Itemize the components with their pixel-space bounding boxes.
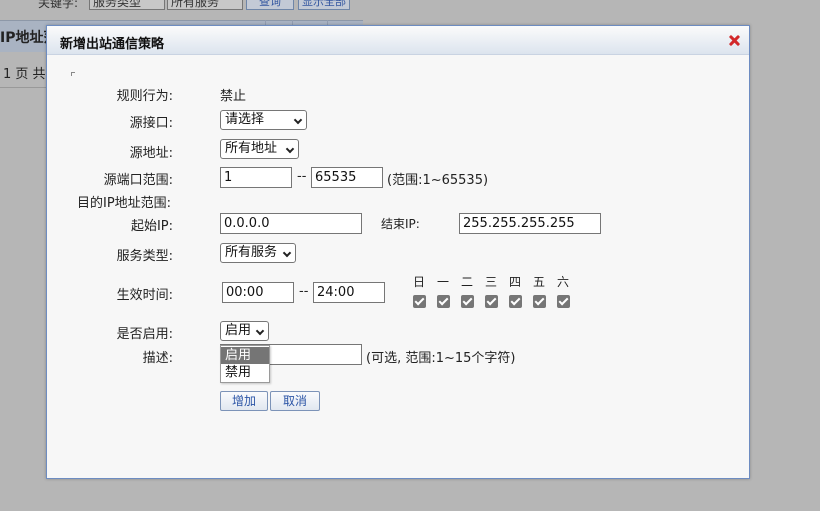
- weekday-label-thu: 四: [508, 275, 521, 289]
- add-button[interactable]: 增加: [220, 391, 268, 411]
- filter-type-select[interactable]: 服务类型: [89, 0, 165, 10]
- weekday-label-wed: 三: [484, 275, 497, 289]
- enabled-selected: 启用: [225, 323, 252, 338]
- enabled-option-disable[interactable]: 禁用: [221, 364, 269, 381]
- src-interface-select[interactable]: 请选择: [220, 110, 307, 130]
- weekday-label-sun: 日: [412, 275, 425, 289]
- background-toolbar: 关键字: 服务类型 所有服务 查询 显示全部: [0, 0, 360, 12]
- rule-action-label: 规则行为:: [116, 89, 173, 104]
- time-start-input[interactable]: 00:00: [222, 282, 294, 303]
- src-port-hint: (范围:1~65535): [387, 173, 489, 188]
- src-address-selected: 所有地址: [225, 141, 278, 156]
- dst-ip-range-label: 目的IP地址范围:: [77, 196, 172, 211]
- cancel-button[interactable]: 取消: [270, 391, 320, 411]
- start-ip-label: 起始IP:: [130, 219, 173, 234]
- pager-text: 1 页 共: [3, 67, 46, 82]
- effective-time-label: 生效时间:: [116, 288, 173, 303]
- dialog-title: 新增出站通信策略: [60, 37, 165, 52]
- filter-value-select[interactable]: 所有服务: [167, 0, 243, 10]
- src-address-select[interactable]: 所有地址: [220, 139, 299, 159]
- service-type-label: 服务类型:: [116, 249, 173, 264]
- chevron-down-icon: [282, 248, 292, 258]
- keyword-label: 关键字:: [38, 0, 79, 10]
- src-port-end-input[interactable]: 65535: [311, 167, 383, 188]
- show-all-button[interactable]: 显示全部: [298, 0, 350, 10]
- weekday-checkbox-fri[interactable]: [533, 295, 546, 308]
- src-address-label: 源地址:: [129, 146, 173, 161]
- weekday-label-tue: 二: [460, 275, 473, 289]
- time-end-input[interactable]: 24:00: [313, 282, 385, 303]
- src-port-start-input[interactable]: 1: [220, 167, 292, 188]
- weekday-label-fri: 五: [532, 275, 545, 289]
- weekday-checkbox-tue[interactable]: [461, 295, 474, 308]
- service-type-selected: 所有服务: [225, 245, 278, 260]
- src-interface-label: 源接口:: [129, 116, 173, 131]
- end-ip-input[interactable]: 255.255.255.255: [459, 213, 601, 234]
- add-outbound-policy-dialog: 新增出站通信策略 规则行为: 禁止 源接口: 请选择 源地址: 所有地址 源端口…: [46, 25, 750, 479]
- service-type-select[interactable]: 所有服务: [220, 243, 296, 263]
- description-label: 描述:: [142, 351, 173, 366]
- chevron-down-icon: [285, 144, 295, 154]
- description-hint: (可选, 范围:1~15个字符): [366, 351, 516, 366]
- weekday-label-sat: 六: [556, 275, 569, 289]
- resize-corner-icon: [71, 72, 75, 76]
- chevron-down-icon: [293, 115, 303, 125]
- query-button[interactable]: 查询: [246, 0, 294, 10]
- weekday-checkbox-wed[interactable]: [485, 295, 498, 308]
- dialog-header: 新增出站通信策略: [47, 26, 749, 55]
- port-separator: --: [297, 169, 307, 184]
- end-ip-label: 结束IP:: [381, 217, 420, 231]
- enabled-label: 是否启用:: [116, 327, 173, 342]
- start-ip-input[interactable]: 0.0.0.0: [220, 213, 362, 234]
- src-port-range-label: 源端口范围:: [103, 173, 173, 188]
- close-icon[interactable]: [728, 34, 741, 47]
- chevron-down-icon: [255, 326, 265, 336]
- rule-action-value: 禁止: [220, 89, 247, 104]
- weekday-checkbox-mon[interactable]: [437, 295, 450, 308]
- src-interface-selected: 请选择: [225, 112, 265, 127]
- time-separator: --: [299, 284, 309, 299]
- enabled-select[interactable]: 启用: [220, 321, 269, 341]
- weekday-checkbox-sat[interactable]: [557, 295, 570, 308]
- enabled-dropdown-list: 启用 禁用: [220, 345, 270, 383]
- weekday-label-mon: 一: [436, 275, 449, 289]
- weekday-checkbox-sun[interactable]: [413, 295, 426, 308]
- weekday-checkbox-thu[interactable]: [509, 295, 522, 308]
- enabled-option-enable[interactable]: 启用: [221, 347, 269, 364]
